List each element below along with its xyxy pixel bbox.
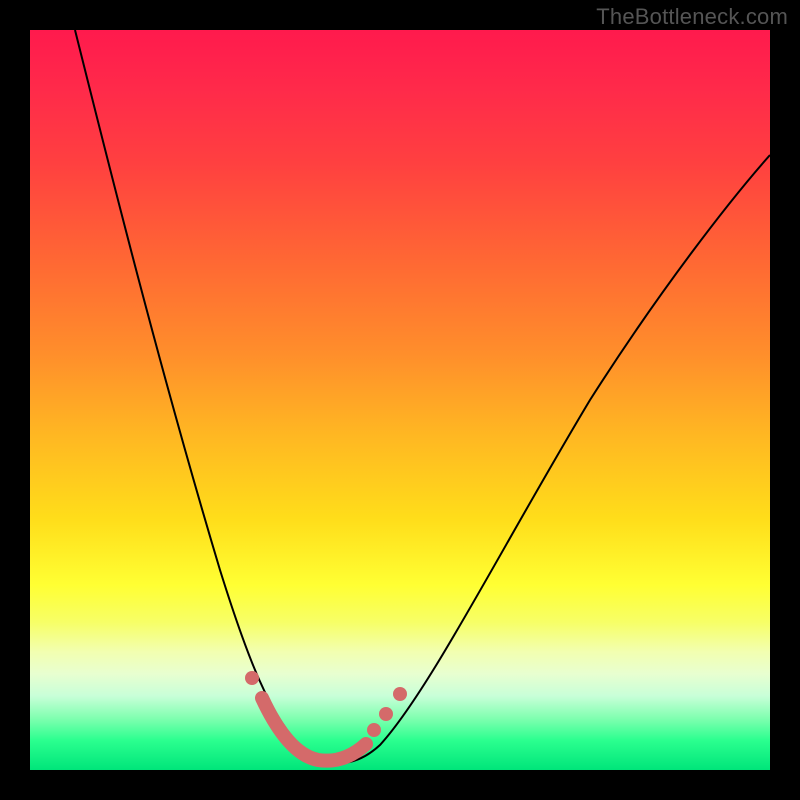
curve-svg — [30, 30, 770, 770]
bottleneck-curve — [75, 30, 770, 763]
plot-area — [30, 30, 770, 770]
watermark-text: TheBottleneck.com — [596, 4, 788, 30]
optimal-zone-stroke — [262, 698, 366, 761]
highlight-dot-left — [245, 671, 259, 685]
highlight-dot-r3 — [393, 687, 407, 701]
chart-frame: TheBottleneck.com — [0, 0, 800, 800]
highlight-dot-r2 — [379, 707, 393, 721]
highlight-dot-r1 — [367, 723, 381, 737]
